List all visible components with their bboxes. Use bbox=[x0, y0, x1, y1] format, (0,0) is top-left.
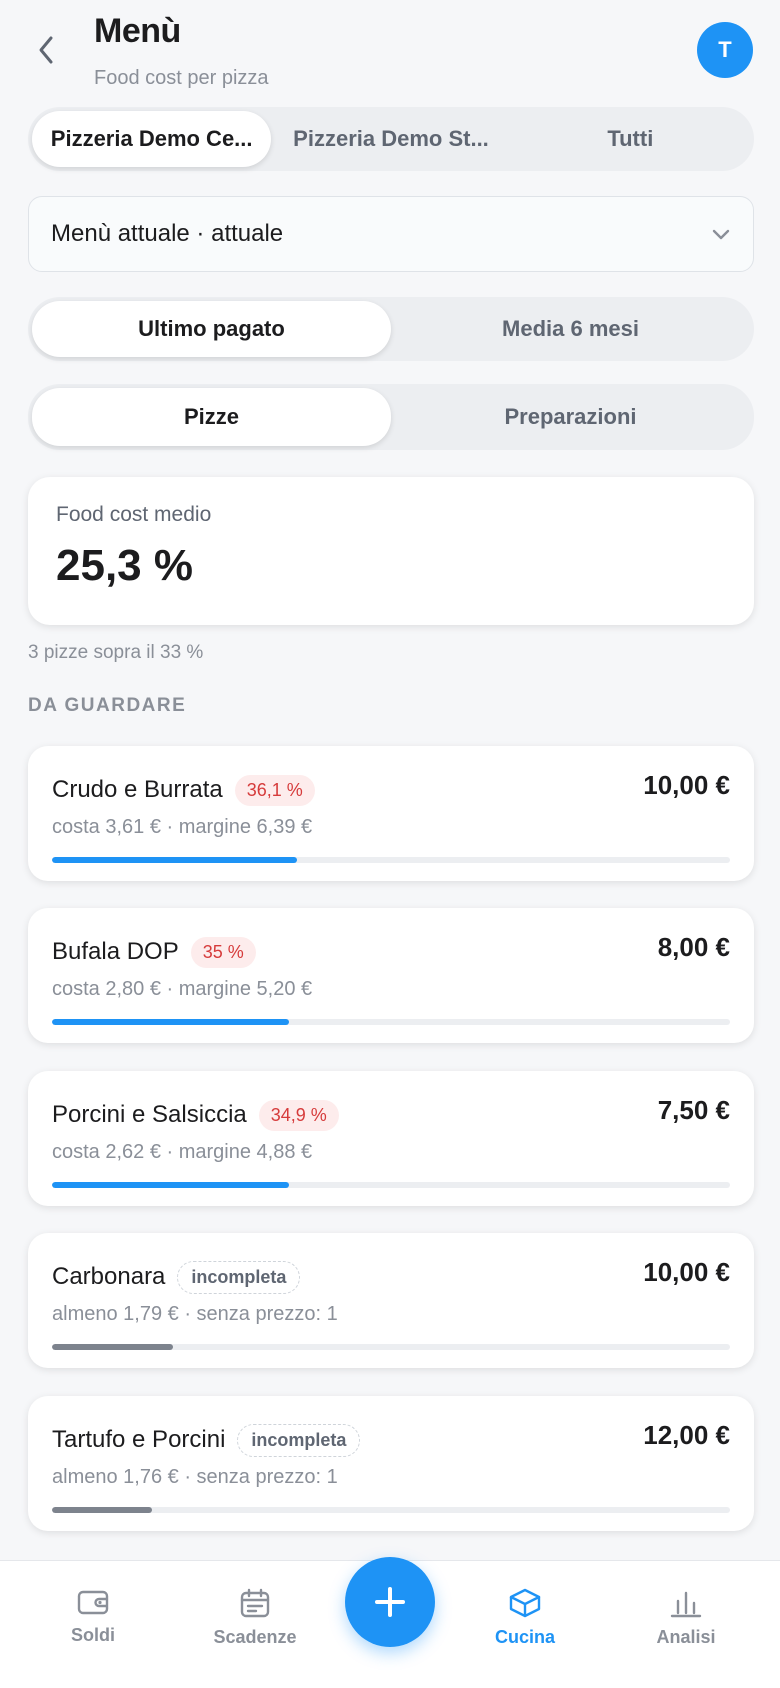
pizza-price: 10,00 € bbox=[643, 770, 730, 800]
food-cost-summary-card: Food cost medio 25,3 % bbox=[28, 477, 754, 625]
chevron-left-icon bbox=[39, 36, 53, 64]
back-button[interactable] bbox=[28, 30, 64, 70]
incomplete-badge: incompleta bbox=[237, 1423, 361, 1457]
pizza-name: Crudo e Burrata bbox=[52, 776, 223, 803]
food-cost-badge: 36,1 % bbox=[234, 774, 315, 806]
pizza-price: 12,00 € bbox=[643, 1420, 730, 1450]
nav-scadenze[interactable]: Scadenze bbox=[195, 1587, 315, 1648]
nav-label: Analisi bbox=[656, 1627, 716, 1647]
pizza-price: 10,00 € bbox=[643, 1257, 730, 1287]
pizza-cost-missing: almeno 1,79 € · senza prezzo: 1 bbox=[52, 1303, 338, 1325]
tab-last-paid[interactable]: Ultimo pagato bbox=[32, 301, 391, 357]
menu-select-value: Menù attuale · attuale bbox=[51, 220, 284, 247]
pizza-card[interactable]: Carbonara incompleta 10,00 € almeno 1,79… bbox=[28, 1233, 754, 1368]
menu-screen: Menù Food cost per pizza T Pizzeria Demo… bbox=[0, 0, 780, 1688]
pizza-cost-margin: costa 3,61 € · margine 6,39 € bbox=[52, 816, 313, 838]
add-button[interactable] bbox=[345, 1557, 435, 1647]
food-cost-bar bbox=[52, 1019, 730, 1025]
pizza-card[interactable]: Porcini e Salsiccia 34,9 % 7,50 € costa … bbox=[28, 1071, 754, 1206]
store-tab-centro[interactable]: Pizzeria Demo Ce... bbox=[32, 111, 272, 167]
tab-six-month-average[interactable]: Media 6 mesi bbox=[391, 301, 750, 357]
pizza-name: Tartufo e Porcini bbox=[52, 1426, 226, 1453]
food-cost-badge: 35 % bbox=[190, 936, 256, 968]
pizza-name: Carbonara bbox=[52, 1263, 166, 1290]
nav-analisi[interactable]: Analisi bbox=[626, 1587, 746, 1648]
food-cost-bar-fill bbox=[52, 857, 297, 863]
food-cost-bar bbox=[52, 857, 730, 863]
section-title: DA GUARDARE bbox=[28, 695, 187, 716]
pizza-card[interactable]: Crudo e Burrata 36,1 % 10,00 € costa 3,6… bbox=[28, 746, 754, 881]
nav-label: Soldi bbox=[71, 1625, 115, 1645]
price-basis-selector: Ultimo pagato Media 6 mesi bbox=[28, 297, 754, 361]
pizza-price: 8,00 € bbox=[657, 932, 730, 962]
food-cost-bar-fill bbox=[52, 1507, 152, 1513]
food-cost-bar bbox=[52, 1344, 730, 1350]
box-icon bbox=[509, 1588, 541, 1618]
plus-icon bbox=[375, 1587, 405, 1617]
pizza-cost-margin: costa 2,80 € · margine 5,20 € bbox=[52, 978, 313, 1000]
summary-value: 25,3 % bbox=[56, 541, 193, 590]
pizza-cost-missing: almeno 1,76 € · senza prezzo: 1 bbox=[52, 1466, 338, 1488]
store-tab-second[interactable]: Pizzeria Demo St... bbox=[271, 111, 510, 167]
food-cost-bar bbox=[52, 1507, 730, 1513]
tab-pizzas[interactable]: Pizze bbox=[32, 388, 391, 446]
food-cost-bar-fill bbox=[52, 1019, 290, 1025]
wallet-icon bbox=[77, 1590, 109, 1615]
bar-chart-icon bbox=[670, 1591, 702, 1618]
nav-soldi[interactable]: Soldi bbox=[33, 1587, 153, 1646]
nav-label: Cucina bbox=[494, 1627, 555, 1647]
pizza-price: 7,50 € bbox=[657, 1095, 730, 1125]
food-cost-badge: 34,9 % bbox=[258, 1099, 339, 1131]
menu-select[interactable]: Menù attuale · attuale bbox=[28, 196, 754, 272]
pizza-name: Porcini e Salsiccia bbox=[52, 1101, 247, 1128]
food-cost-bar-fill bbox=[52, 1182, 289, 1188]
over-threshold-note: 3 pizze sopra il 33 % bbox=[28, 642, 204, 663]
header: Menù Food cost per pizza T bbox=[0, 0, 780, 100]
pizza-card[interactable]: Tartufo e Porcini incompleta 12,00 € alm… bbox=[28, 1396, 754, 1531]
pizza-cost-margin: costa 2,62 € · margine 4,88 € bbox=[52, 1141, 313, 1163]
store-selector: Pizzeria Demo Ce... Pizzeria Demo St... … bbox=[28, 107, 754, 171]
item-type-selector: Pizze Preparazioni bbox=[28, 384, 754, 450]
food-cost-bar bbox=[52, 1182, 730, 1188]
incomplete-badge: incompleta bbox=[177, 1260, 301, 1294]
summary-label: Food cost medio bbox=[56, 503, 212, 526]
food-cost-bar-fill bbox=[52, 1344, 174, 1350]
store-tab-all[interactable]: Tutti bbox=[511, 111, 750, 167]
chevron-down-icon bbox=[712, 229, 730, 240]
pizza-card[interactable]: Bufala DOP 35 % 8,00 € costa 2,80 € · ma… bbox=[28, 908, 754, 1043]
page-title: Menù bbox=[94, 12, 181, 50]
nav-label: Scadenze bbox=[213, 1627, 297, 1647]
calendar-icon bbox=[240, 1588, 270, 1618]
tab-preparations[interactable]: Preparazioni bbox=[391, 388, 750, 446]
avatar[interactable]: T bbox=[697, 22, 753, 78]
page-subtitle: Food cost per pizza bbox=[94, 67, 269, 89]
pizza-name: Bufala DOP bbox=[52, 938, 179, 965]
nav-cucina[interactable]: Cucina bbox=[465, 1587, 585, 1648]
